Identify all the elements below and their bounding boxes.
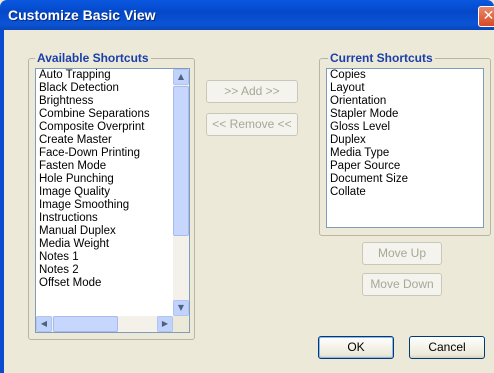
current-shortcut-item[interactable]: Collate [327, 186, 483, 199]
dialog-title: Customize Basic View [8, 7, 156, 23]
available-shortcut-item[interactable]: Brightness [36, 95, 189, 108]
current-shortcut-item[interactable]: Paper Source [327, 160, 483, 173]
available-shortcut-item[interactable]: Image Smoothing [36, 199, 189, 212]
current-shortcut-item[interactable]: Layout [327, 82, 483, 95]
current-items: Copies Layout Orientation Stapler Mode Gloss… [327, 69, 483, 199]
available-shortcut-item[interactable]: Hole Punching [36, 173, 189, 186]
move-up-button[interactable]: Move Up [362, 242, 442, 265]
available-shortcut-item[interactable]: Notes 1 [36, 251, 189, 264]
available-horizontal-scrollbar[interactable]: ◀ ▶ [36, 316, 173, 332]
move-down-button[interactable]: Move Down [362, 273, 442, 296]
current-shortcut-item[interactable]: Stapler Mode [327, 108, 483, 121]
current-shortcut-item[interactable]: Duplex [327, 134, 483, 147]
close-icon[interactable]: ✕ [478, 6, 494, 27]
available-shortcut-item[interactable]: Media Weight [36, 238, 189, 251]
available-vertical-scrollbar[interactable]: ▲ ▼ [173, 69, 189, 316]
available-shortcut-item[interactable]: Combine Separations [36, 108, 189, 121]
available-shortcut-item[interactable]: Black Detection [36, 82, 189, 95]
window-frame [0, 30, 4, 373]
scroll-up-icon[interactable]: ▲ [173, 69, 189, 85]
available-shortcuts-list[interactable]: Auto Trapping Black Detection Brightness Co… [35, 68, 190, 333]
current-shortcut-item[interactable]: Orientation [327, 95, 483, 108]
available-shortcut-item[interactable]: Face-Down Printing [36, 147, 189, 160]
available-shortcut-item[interactable]: Auto Trapping [36, 69, 189, 82]
vertical-scroll-thumb[interactable] [173, 86, 189, 236]
remove-button[interactable]: << Remove << [206, 113, 298, 136]
horizontal-scroll-thumb[interactable] [53, 316, 118, 332]
current-shortcut-item[interactable]: Media Type [327, 147, 483, 160]
available-shortcut-item[interactable]: Instructions [36, 212, 189, 225]
scroll-corner [173, 316, 189, 332]
scroll-right-icon[interactable]: ▶ [157, 316, 173, 332]
available-shortcut-item[interactable]: Offset Mode [36, 277, 189, 290]
cancel-button[interactable]: Cancel [409, 336, 485, 359]
add-button[interactable]: >> Add >> [206, 80, 298, 103]
current-shortcut-item[interactable]: Gloss Level [327, 121, 483, 134]
available-shortcut-item[interactable]: Image Quality [36, 186, 189, 199]
current-shortcut-item[interactable]: Document Size [327, 173, 483, 186]
title-bar[interactable]: Customize Basic View ✕ [0, 0, 494, 30]
available-shortcut-item[interactable]: Create Master [36, 134, 189, 147]
available-shortcut-item[interactable]: Notes 2 [36, 264, 189, 277]
available-shortcut-item[interactable]: Composite Overprint [36, 121, 189, 134]
current-shortcuts-list[interactable]: Copies Layout Orientation Stapler Mode Gloss… [326, 68, 484, 228]
current-shortcut-item[interactable]: Copies [327, 69, 483, 82]
available-shortcut-item[interactable]: Manual Duplex [36, 225, 189, 238]
scroll-down-icon[interactable]: ▼ [173, 300, 189, 316]
available-shortcuts-legend: Available Shortcuts [35, 51, 151, 65]
available-items: Auto Trapping Black Detection Brightness Co… [36, 69, 189, 290]
available-shortcut-item[interactable]: Fasten Mode [36, 160, 189, 173]
current-shortcuts-legend: Current Shortcuts [328, 51, 435, 65]
ok-button[interactable]: OK [318, 336, 394, 359]
scroll-left-icon[interactable]: ◀ [36, 316, 52, 332]
